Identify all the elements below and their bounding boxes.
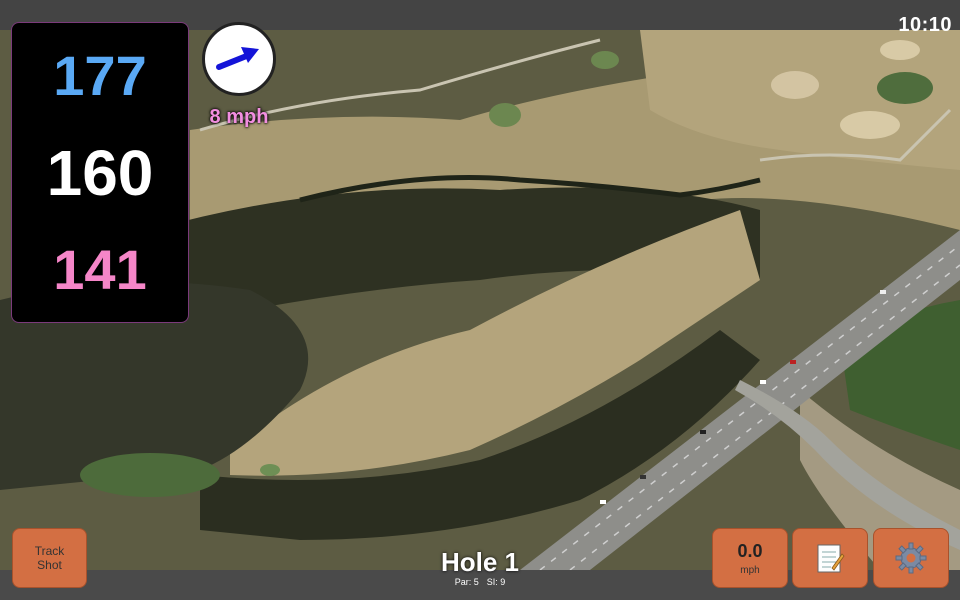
track-shot-button[interactable]: Track Shot	[12, 528, 87, 588]
wind-direction-badge	[202, 22, 276, 96]
hole-stroke-index: SI: 9	[486, 577, 506, 587]
settings-button[interactable]	[873, 528, 949, 588]
middle-distance: 160	[46, 136, 154, 209]
front-distance: 141	[53, 237, 147, 301]
notes-button[interactable]	[792, 528, 868, 588]
wind-arrow-icon	[216, 47, 259, 70]
back-distance: 177	[53, 43, 147, 107]
gear-icon	[895, 542, 927, 574]
wind-speed-label: 8 mph	[209, 106, 269, 128]
hole-info: Hole 1 Par: 5 SI: 9	[380, 549, 580, 587]
hole-details: Par: 5 SI: 9	[380, 577, 580, 587]
speed-button[interactable]: 0.0 mph	[712, 528, 788, 588]
track-shot-label: Track Shot	[34, 543, 65, 572]
hole-title: Hole 1	[440, 547, 520, 577]
distance-panel: 177 160 141	[11, 22, 189, 323]
clock: 10:10	[898, 14, 952, 36]
speed-value: 0.0	[737, 540, 763, 561]
hole-par: Par: 5	[454, 577, 479, 587]
notepad-icon	[817, 544, 845, 573]
speed-unit: mph	[740, 564, 760, 576]
